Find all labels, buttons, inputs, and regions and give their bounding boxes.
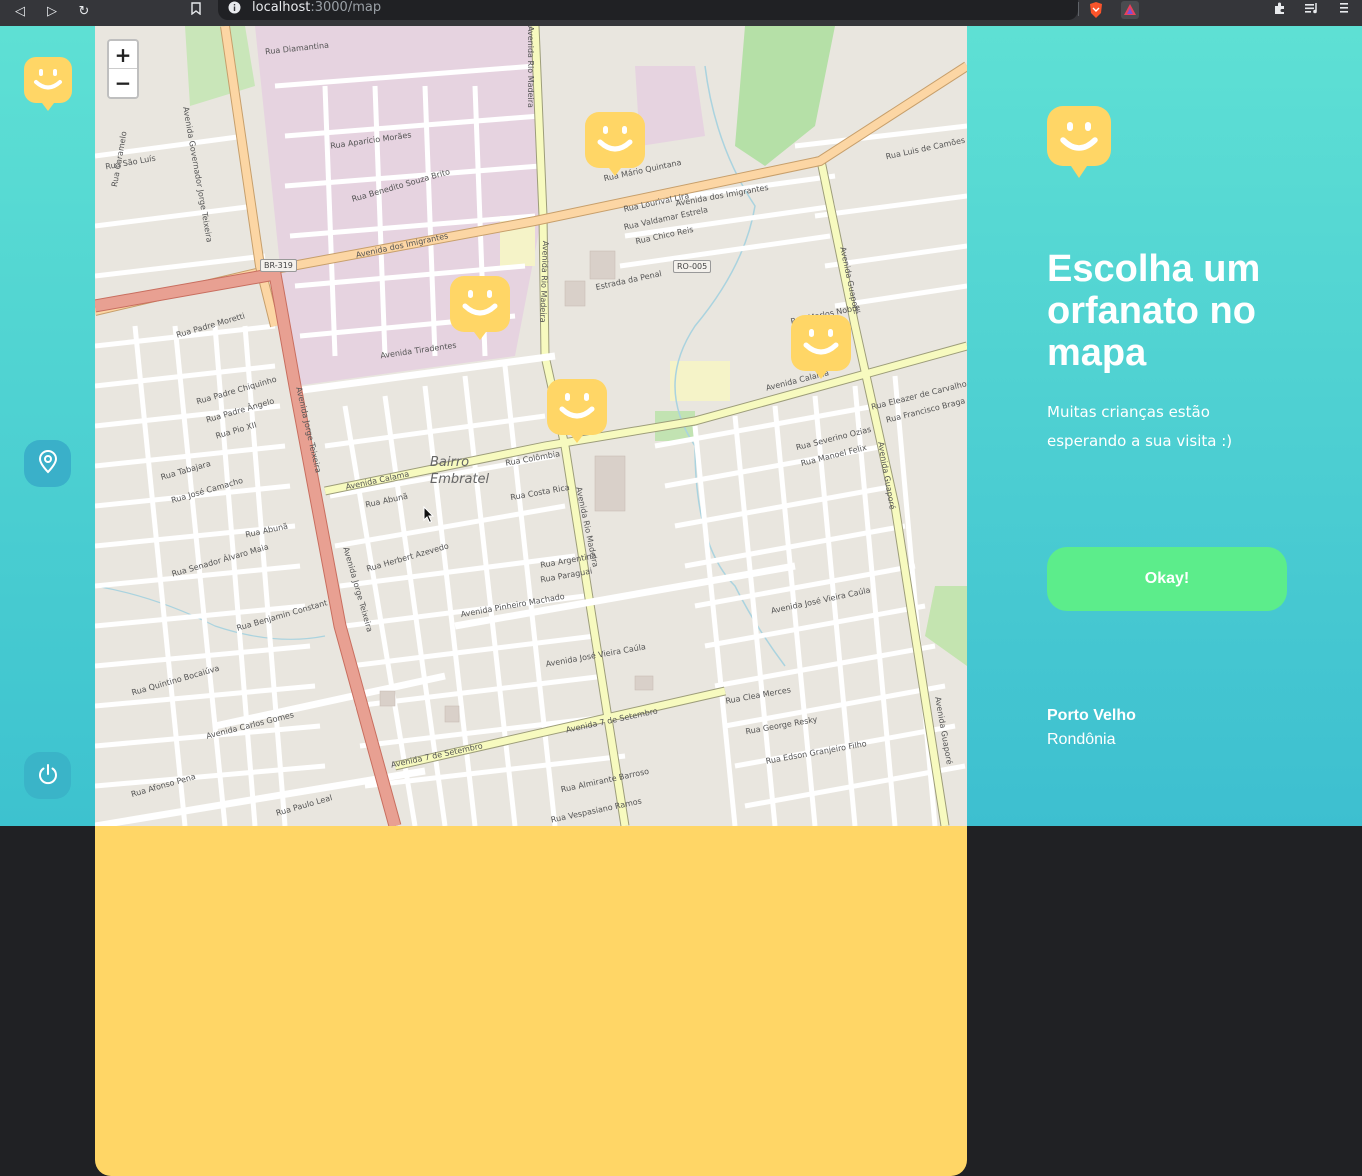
rewards-icon[interactable] (1121, 1, 1139, 19)
map-tiles (95, 26, 967, 826)
url-path: :3000/map (310, 0, 382, 15)
street-label: Avenida Rio Madeira (526, 26, 535, 108)
highway-shield: RO-005 (673, 260, 712, 273)
smiley-marker-icon (791, 315, 851, 379)
zoom-in-button[interactable]: + (109, 41, 137, 69)
mouse-cursor-icon (423, 505, 435, 528)
smiley-logo-icon (1047, 106, 1111, 184)
brave-shield-icon[interactable] (1087, 1, 1105, 19)
page-title: Escolha um orfanato no mapa (1047, 248, 1261, 374)
orphanage-marker[interactable] (585, 112, 645, 178)
page-subtitle: Muitas crianças estão esperando a sua vi… (1047, 403, 1233, 450)
info-icon[interactable] (228, 1, 241, 18)
browser-toolbar: ◁ ▷ ↻ localhost:3000/map (0, 0, 1362, 26)
zoom-control: + − (107, 39, 139, 99)
logout-button[interactable] (24, 752, 71, 799)
smiley-logo-icon[interactable] (24, 57, 72, 117)
state-name: Rondônia (1047, 731, 1116, 748)
smiley-marker-icon (450, 276, 510, 340)
highway-shield: BR-319 (260, 259, 297, 272)
back-icon[interactable]: ◁ (10, 1, 30, 23)
url-text[interactable]: localhost:3000/map (252, 0, 381, 16)
menu-icon[interactable] (1335, 1, 1353, 21)
location-pin-icon (37, 449, 59, 478)
location-button[interactable] (24, 440, 71, 487)
power-icon (37, 763, 59, 789)
zoom-out-button[interactable]: − (109, 69, 137, 97)
smiley-marker-icon (547, 379, 607, 443)
forward-icon[interactable]: ▷ (42, 1, 62, 23)
orphanage-marker[interactable] (547, 379, 607, 445)
okay-button[interactable]: Okay! (1047, 547, 1287, 611)
district-label: Bairro Embratel (430, 455, 490, 487)
orphanage-marker[interactable] (450, 276, 510, 342)
orphanage-marker[interactable] (791, 315, 851, 381)
media-control-icon[interactable] (1303, 1, 1321, 21)
url-host: localhost (252, 0, 311, 15)
smiley-marker-icon (585, 112, 645, 176)
extensions-icon[interactable] (1271, 1, 1289, 21)
sidebar (0, 26, 967, 1176)
city-name: Porto Velho (1047, 707, 1136, 724)
reload-icon[interactable]: ↻ (74, 1, 94, 23)
bookmark-icon[interactable] (186, 1, 206, 23)
orphanage-map[interactable]: Avenida dos Imigrantes Avenida dos Imigr… (95, 26, 967, 826)
toolbar-divider (1078, 2, 1079, 16)
info-panel: Escolha um orfanato no mapa Muitas crian… (967, 26, 1362, 826)
